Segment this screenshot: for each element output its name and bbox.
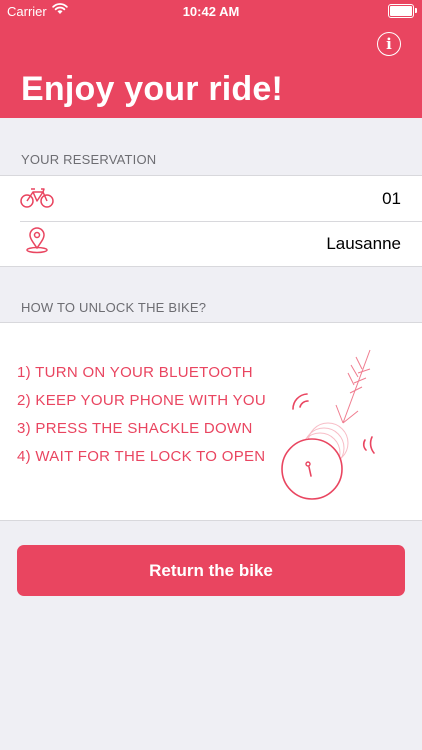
unlock-section-label: HOW TO UNLOCK THE BIKE? [21, 300, 207, 315]
header: Carrier 10:42 AM i Enjoy your ride! [0, 0, 422, 118]
status-time: 10:42 AM [182, 4, 240, 19]
unlock-step: 3) PRESS THE SHACKLE DOWN [17, 420, 253, 437]
reservation-location-row: Lausanne [0, 221, 422, 266]
location-pin-icon [26, 227, 48, 254]
bike-lock-illustration [281, 349, 375, 500]
page-title: Enjoy your ride! [21, 70, 284, 108]
reservation-section-label: YOUR RESERVATION [21, 152, 157, 167]
info-icon[interactable]: i [377, 32, 401, 56]
return-bike-button[interactable]: Return the bike [17, 545, 405, 596]
unlock-step: 4) WAIT FOR THE LOCK TO OPEN [17, 448, 266, 465]
bike-icon [20, 188, 54, 208]
reservation-bike-row: 01 [0, 176, 422, 222]
unlock-step: 2) KEEP YOUR PHONE WITH YOU [17, 392, 266, 409]
location-value: Lausanne [326, 234, 401, 253]
status-bar: Carrier 10:42 AM [0, 0, 422, 24]
unlock-steps: 1) TURN ON YOUR BLUETOOTH 2) KEEP YOUR P… [17, 363, 266, 475]
battery-icon [388, 4, 417, 18]
bike-number: 01 [382, 189, 401, 208]
reservation-card: 01 Lausanne [0, 175, 422, 267]
unlock-card: 1) TURN ON YOUR BLUETOOTH 2) KEEP YOUR P… [0, 322, 422, 521]
unlock-step: 1) TURN ON YOUR BLUETOOTH [17, 364, 253, 381]
